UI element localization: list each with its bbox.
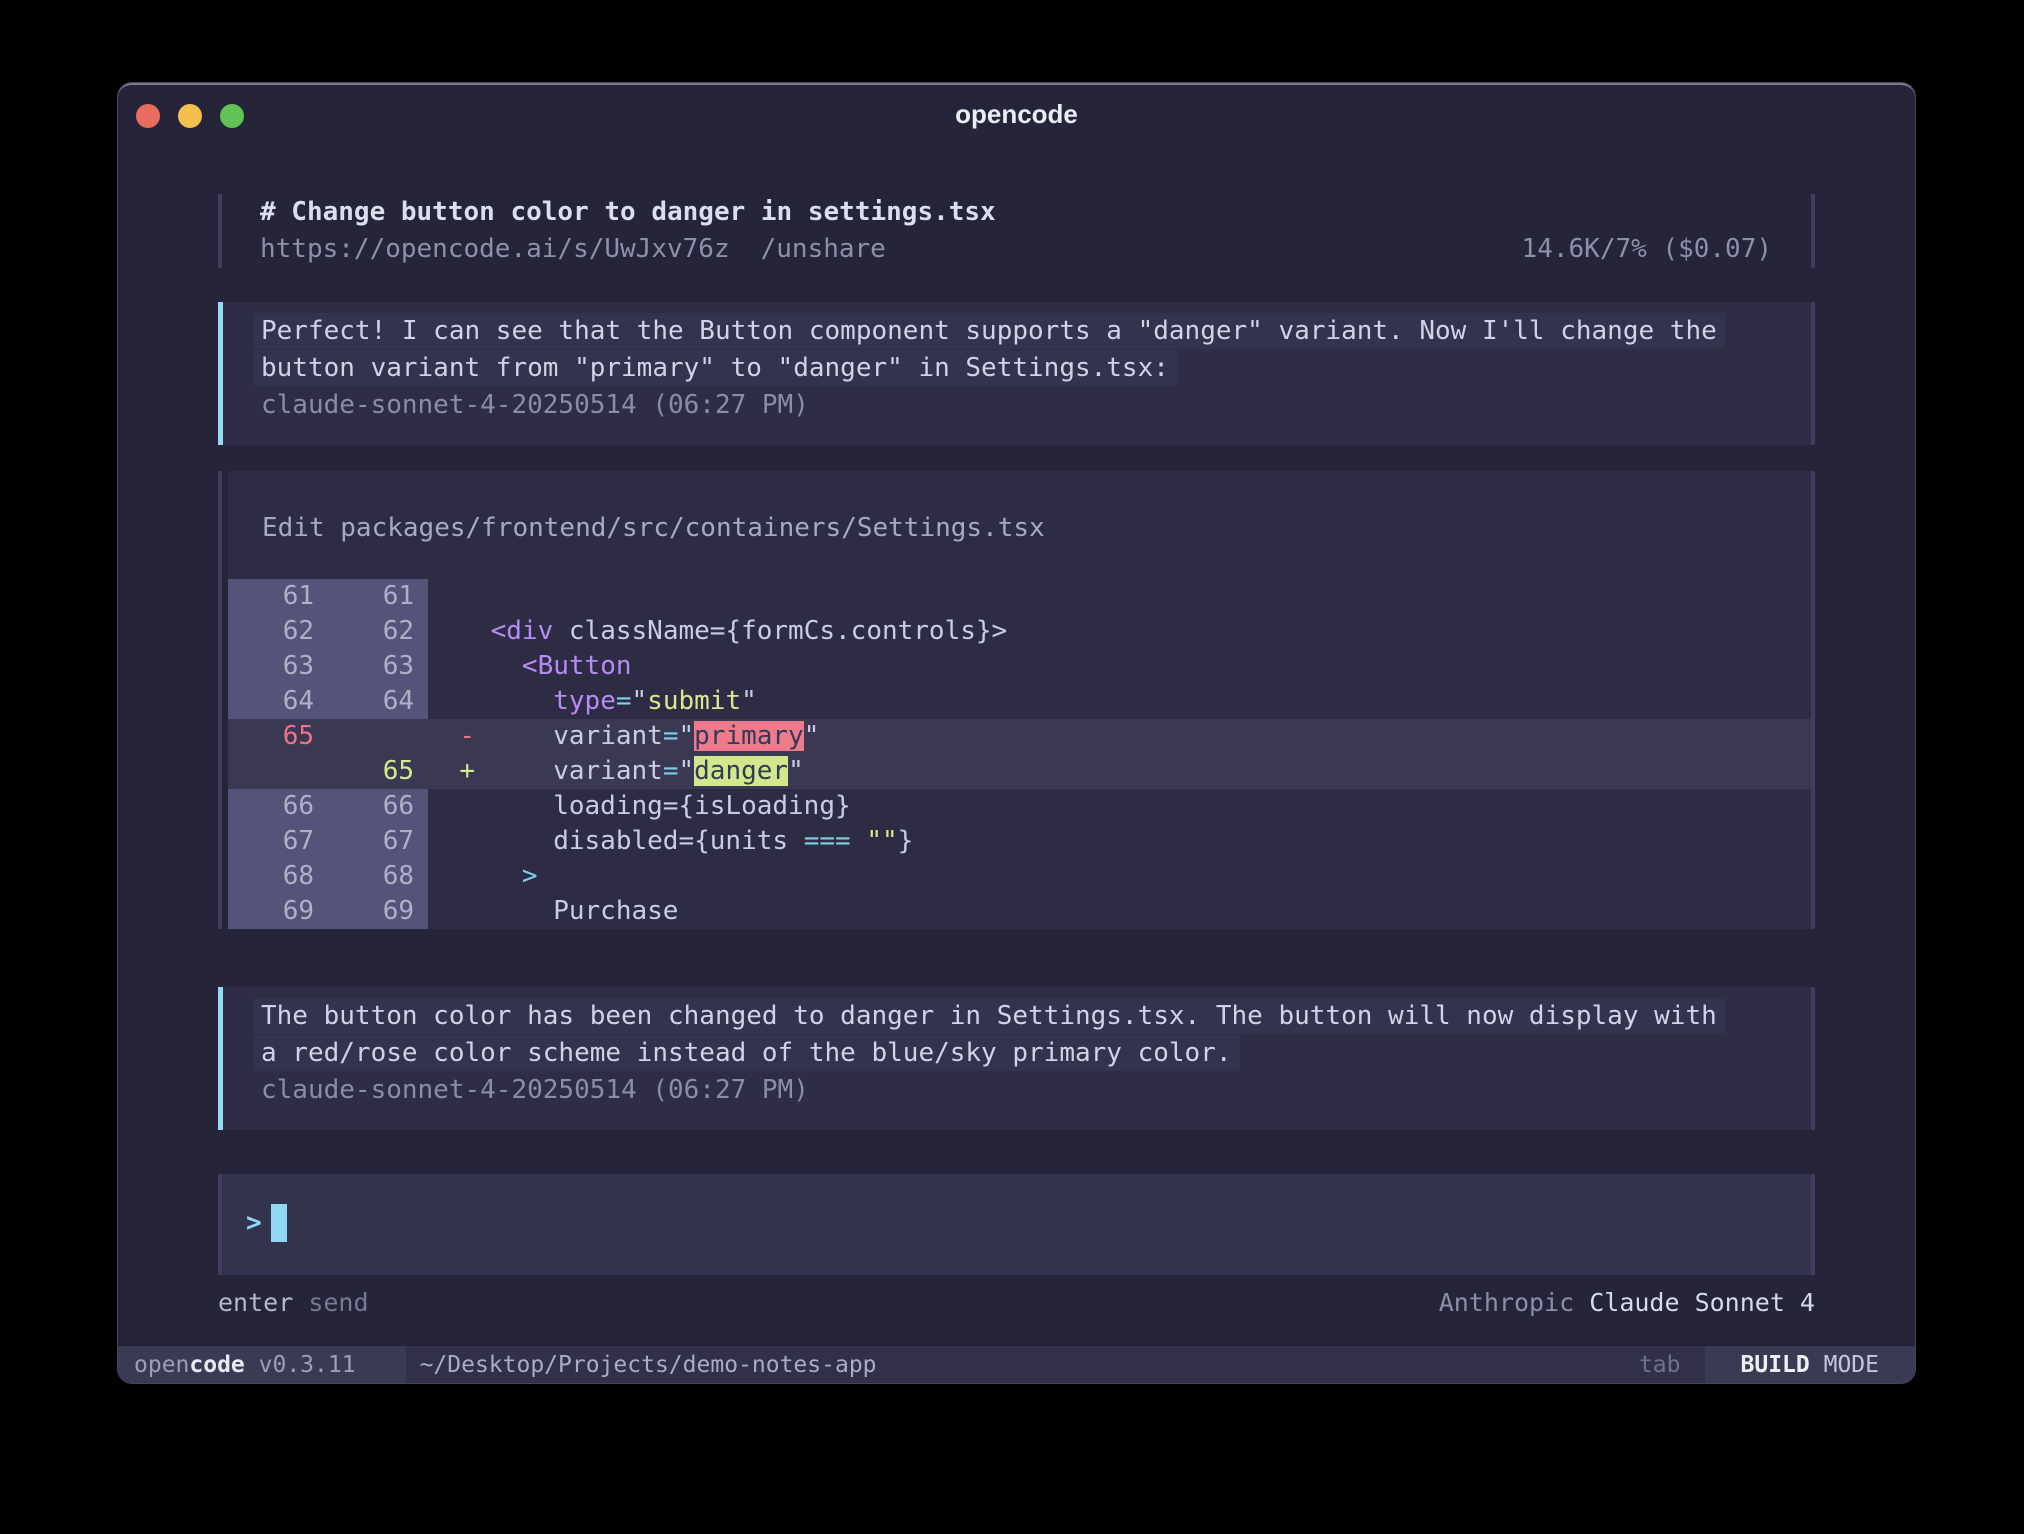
text-cursor (271, 1204, 287, 1242)
session-title: # Change button color to danger in setti… (260, 194, 1811, 231)
message-text-line: a red/rose color scheme instead of the b… (253, 1035, 1240, 1071)
app-window: opencode # Change button color to danger… (118, 83, 1915, 1383)
new-line-number (328, 719, 428, 754)
new-line-number: 68 (328, 859, 428, 894)
code-line: <div className={formCs.controls}> (428, 614, 1811, 649)
section-right-rail (1811, 1174, 1815, 1275)
mode-suffix: MODE (1810, 1352, 1879, 1378)
send-action-hint: send (308, 1288, 368, 1317)
old-line-number: 61 (228, 579, 328, 614)
new-line-number: 69 (328, 894, 428, 929)
old-line-number: 66 (228, 789, 328, 824)
prompt-symbol: > (246, 1204, 262, 1242)
code-line: Purchase (428, 894, 1811, 929)
new-line-number: 63 (328, 649, 428, 684)
app-version-segment: opencode v0.3.11 (118, 1346, 406, 1383)
app-name-code: code (189, 1352, 244, 1378)
diff-row: 6262 <div className={formCs.controls}> (228, 614, 1811, 649)
desktop-background: opencode # Change button color to danger… (0, 0, 2024, 1534)
edit-diff-card: Edit packages/frontend/src/containers/Se… (228, 471, 1811, 929)
section-right-rail (1811, 471, 1815, 929)
app-name-open: open (134, 1352, 189, 1378)
new-line-number: 67 (328, 824, 428, 859)
old-line-number: 65 (228, 719, 328, 754)
diff-row: 65 - variant="primary" (228, 719, 1811, 754)
new-line-number: 62 (328, 614, 428, 649)
diff-row: 65 + variant="danger" (228, 754, 1811, 789)
message-text-line: Perfect! I can see that the Button compo… (253, 313, 1725, 349)
diff-body: 61616262 <div className={formCs.controls… (228, 579, 1811, 929)
enter-key-hint: enter (218, 1288, 293, 1317)
diff-row: 6666 loading={isLoading} (228, 789, 1811, 824)
prompt-input[interactable]: > (222, 1174, 1811, 1275)
diff-row: 6767 disabled={units === ""} (228, 824, 1811, 859)
unshare-command: /unshare (761, 231, 886, 268)
working-directory: ~/Desktop/Projects/demo-notes-app (406, 1346, 877, 1383)
old-line-number: 67 (228, 824, 328, 859)
edit-card-header: Edit packages/frontend/src/containers/Se… (228, 471, 1811, 579)
diff-row: 6161 (228, 579, 1811, 614)
session-header: # Change button color to danger in setti… (218, 194, 1815, 268)
section-right-rail (1811, 302, 1815, 445)
prompt-section: > (218, 1174, 1815, 1275)
section-right-rail (1811, 987, 1815, 1130)
assistant-message: The button color has been changed to dan… (218, 987, 1815, 1130)
new-line-number: 61 (328, 579, 428, 614)
provider-label: Anthropic (1439, 1288, 1574, 1317)
code-line: - variant="primary" (428, 719, 1811, 754)
old-line-number (228, 754, 328, 789)
old-line-number: 62 (228, 614, 328, 649)
model-label: Claude Sonnet 4 (1589, 1288, 1815, 1317)
footer-hints: enter send Anthropic Claude Sonnet 4 (218, 1285, 1815, 1321)
minimize-window-button[interactable] (178, 104, 202, 128)
section-left-rail (218, 471, 222, 929)
new-line-number: 65 (328, 754, 428, 789)
old-line-number: 63 (228, 649, 328, 684)
message-model-timestamp: claude-sonnet-4-20250514 (06:27 PM) (261, 1072, 1773, 1109)
code-line: type="submit" (428, 684, 1811, 719)
code-line (428, 579, 1811, 614)
message-text-line: The button color has been changed to dan… (253, 998, 1725, 1034)
app-version: v0.3.11 (245, 1352, 356, 1378)
window-title: opencode (118, 85, 1915, 130)
code-line: <Button (428, 649, 1811, 684)
message-model-timestamp: claude-sonnet-4-20250514 (06:27 PM) (261, 387, 1773, 424)
code-line: > (428, 859, 1811, 894)
new-line-number: 64 (328, 684, 428, 719)
code-line: + variant="danger" (428, 754, 1811, 789)
mode-segment[interactable]: BUILD MODE (1705, 1346, 1916, 1383)
code-line: loading={isLoading} (428, 789, 1811, 824)
section-right-rail (1811, 194, 1815, 268)
edit-action-label: Edit (262, 513, 325, 543)
edit-file-path: packages/frontend/src/containers/Setting… (340, 513, 1044, 543)
zoom-window-button[interactable] (220, 104, 244, 128)
close-window-button[interactable] (136, 104, 160, 128)
share-url[interactable]: https://opencode.ai/s/UwJxv76z (260, 231, 730, 268)
old-line-number: 69 (228, 894, 328, 929)
code-line: disabled={units === ""} (428, 824, 1811, 859)
edit-tool-section: Edit packages/frontend/src/containers/Se… (218, 471, 1815, 929)
status-bar: opencode v0.3.11 ~/Desktop/Projects/demo… (118, 1345, 1915, 1383)
old-line-number: 68 (228, 859, 328, 894)
token-cost-stats: 14.6K/7% ($0.07) (1522, 231, 1772, 268)
message-text-line: button variant from "primary" to "danger… (253, 350, 1177, 386)
diff-row: 6868 > (228, 859, 1811, 894)
mode-name: BUILD (1741, 1352, 1810, 1378)
assistant-message: Perfect! I can see that the Button compo… (218, 302, 1815, 445)
diff-row: 6363 <Button (228, 649, 1811, 684)
titlebar: opencode (118, 85, 1915, 147)
old-line-number: 64 (228, 684, 328, 719)
new-line-number: 66 (328, 789, 428, 824)
diff-row: 6969 Purchase (228, 894, 1811, 929)
tab-key-hint: tab (1639, 1346, 1681, 1383)
diff-row: 6464 type="submit" (228, 684, 1811, 719)
